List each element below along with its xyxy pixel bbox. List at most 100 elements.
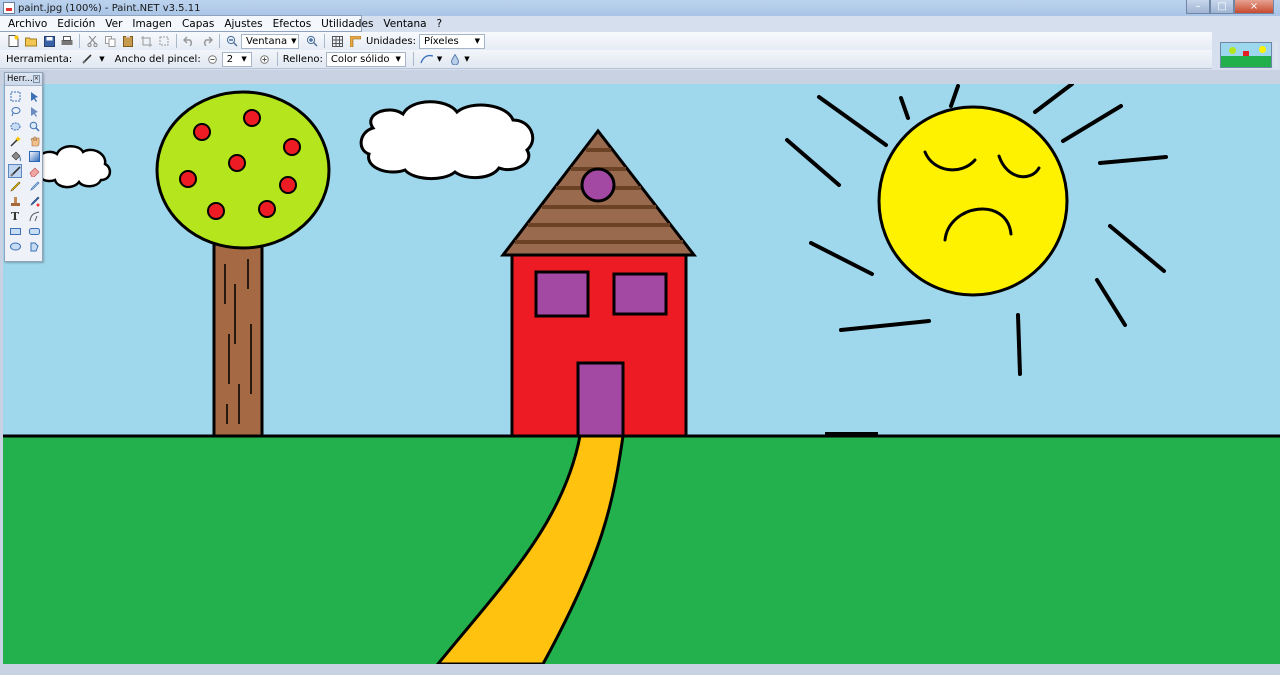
gradient-icon[interactable] xyxy=(27,149,41,163)
lasso-select-icon[interactable] xyxy=(8,104,22,118)
brush-width-label: Ancho del pincel: xyxy=(114,53,201,65)
freeform-shape-icon[interactable] xyxy=(27,239,41,253)
open-folder-icon[interactable] xyxy=(24,34,38,48)
rectangle-icon[interactable] xyxy=(8,224,22,238)
zoom-combo[interactable]: Ventana ▼ xyxy=(241,33,299,49)
move-selection-icon[interactable] xyxy=(27,89,41,103)
tool-options-bar: Herramienta: ▼ Ancho del pincel: 2 ▼ Rell… xyxy=(0,50,1212,69)
image-tabs-scrollbar[interactable] xyxy=(1274,42,1278,68)
chevron-down-icon: ▼ xyxy=(291,37,297,45)
blend-mode-icon[interactable] xyxy=(448,52,462,66)
maximize-button[interactable]: □ xyxy=(1210,0,1234,14)
toolbar-separator xyxy=(324,34,325,48)
tree-top xyxy=(155,90,331,250)
new-file-icon[interactable] xyxy=(6,34,20,48)
zoom-out-icon[interactable] xyxy=(225,34,239,48)
pencil-icon[interactable] xyxy=(8,179,22,193)
grid-icon[interactable] xyxy=(330,34,344,48)
text-tool-icon[interactable]: T xyxy=(8,209,22,223)
brush-width-combo[interactable]: 2 ▼ xyxy=(221,51,252,67)
decrease-width-icon[interactable] xyxy=(206,52,220,66)
menu-imagen[interactable]: Imagen xyxy=(127,18,177,30)
move-selected-icon[interactable] xyxy=(27,104,41,118)
menu-edicion[interactable]: Edición xyxy=(52,18,100,30)
close-icon[interactable]: × xyxy=(32,75,40,83)
tree-trunk xyxy=(212,242,264,438)
minimize-button[interactable]: – xyxy=(1186,0,1210,14)
chevron-down-icon: ▼ xyxy=(241,55,247,63)
menu-utilidades[interactable]: Utilidades xyxy=(316,18,378,30)
fill-value: Color sólido xyxy=(330,53,390,65)
undo-icon[interactable] xyxy=(182,34,196,48)
print-icon[interactable] xyxy=(60,34,74,48)
menu-ventana[interactable]: Ventana xyxy=(378,18,431,30)
paintbrush-icon[interactable] xyxy=(8,164,22,178)
menu-capas[interactable]: Capas xyxy=(177,18,219,30)
chevron-down-icon: ▼ xyxy=(474,37,480,45)
window-title: paint.jpg (100%) - Paint.NET v3.5.11 xyxy=(18,2,201,14)
save-icon[interactable] xyxy=(42,34,56,48)
tools-window-title: Herr... xyxy=(7,74,33,84)
rounded-rectangle-icon[interactable] xyxy=(27,224,41,238)
menu-ajustes[interactable]: Ajustes xyxy=(219,18,267,30)
color-picker-icon[interactable] xyxy=(27,179,41,193)
chevron-down-icon[interactable]: ▼ xyxy=(464,55,469,63)
menu-ver[interactable]: Ver xyxy=(100,18,127,30)
chevron-down-icon: ▼ xyxy=(395,55,401,63)
cut-icon[interactable] xyxy=(85,34,99,48)
sun xyxy=(877,105,1069,297)
close-button[interactable]: × xyxy=(1234,0,1274,14)
eraser-icon[interactable] xyxy=(27,164,41,178)
increase-width-icon[interactable] xyxy=(258,52,272,66)
canvas-area[interactable] xyxy=(0,70,1280,675)
menu-bar: Archivo Edición Ver Imagen Capas Ajustes… xyxy=(0,15,442,32)
menu-archivo[interactable]: Archivo xyxy=(3,18,52,30)
tools-window-header[interactable]: Herr... × xyxy=(5,73,42,86)
image-tab-thumbnail[interactable] xyxy=(1220,42,1272,68)
house-window-left xyxy=(534,270,590,318)
toolbar-separator xyxy=(219,34,220,48)
brush-width-value: 2 xyxy=(226,53,234,65)
units-combo[interactable]: Píxeles ▼ xyxy=(419,33,485,49)
copy-icon[interactable] xyxy=(103,34,117,48)
zoom-icon[interactable] xyxy=(27,119,41,133)
title-bar: paint.jpg (100%) - Paint.NET v3.5.11 – □… xyxy=(0,0,1280,16)
toolbar-separator xyxy=(276,52,278,66)
clone-stamp-icon[interactable] xyxy=(8,194,22,208)
paint-bucket-icon[interactable] xyxy=(8,149,22,163)
zoom-in-icon[interactable] xyxy=(305,34,319,48)
crop-to-selection-icon[interactable] xyxy=(139,34,153,48)
line-curve-icon[interactable] xyxy=(27,209,41,223)
paintbrush-icon[interactable] xyxy=(77,52,97,66)
paste-icon[interactable] xyxy=(121,34,135,48)
cloud xyxy=(36,145,112,189)
rectangle-select-icon[interactable] xyxy=(8,89,22,103)
image-canvas[interactable] xyxy=(3,84,1280,664)
fill-combo[interactable]: Color sólido ▼ xyxy=(325,51,406,67)
app-icon[interactable] xyxy=(3,2,15,14)
menu-help[interactable]: ? xyxy=(432,18,448,30)
recolor-icon[interactable] xyxy=(27,194,41,208)
cloud xyxy=(359,100,535,180)
ellipse-select-icon[interactable] xyxy=(8,119,22,133)
ellipse-icon[interactable] xyxy=(8,239,22,253)
tools-grid: T xyxy=(5,86,42,256)
chevron-down-icon[interactable]: ▼ xyxy=(99,55,104,63)
zoom-value: Ventana xyxy=(246,35,288,47)
menu-efectos[interactable]: Efectos xyxy=(268,18,317,30)
antialiasing-icon[interactable] xyxy=(419,52,435,66)
pan-icon[interactable] xyxy=(27,134,41,148)
deselect-icon[interactable] xyxy=(157,34,171,48)
window-controls: – □ × xyxy=(1186,0,1274,14)
toolbar-separator xyxy=(176,34,177,48)
magic-wand-icon[interactable] xyxy=(8,134,22,148)
units-value: Píxeles xyxy=(424,35,459,47)
rulers-icon[interactable] xyxy=(348,34,362,48)
tool-label: Herramienta: xyxy=(6,53,73,65)
redo-icon[interactable] xyxy=(200,34,214,48)
main-toolbar: Ventana ▼ Unidades: Píxeles ▼ xyxy=(0,32,1212,50)
units-label: Unidades: xyxy=(366,35,416,47)
tools-window: Herr... × T xyxy=(4,72,43,262)
grass xyxy=(3,436,1280,664)
chevron-down-icon[interactable]: ▼ xyxy=(437,55,442,63)
